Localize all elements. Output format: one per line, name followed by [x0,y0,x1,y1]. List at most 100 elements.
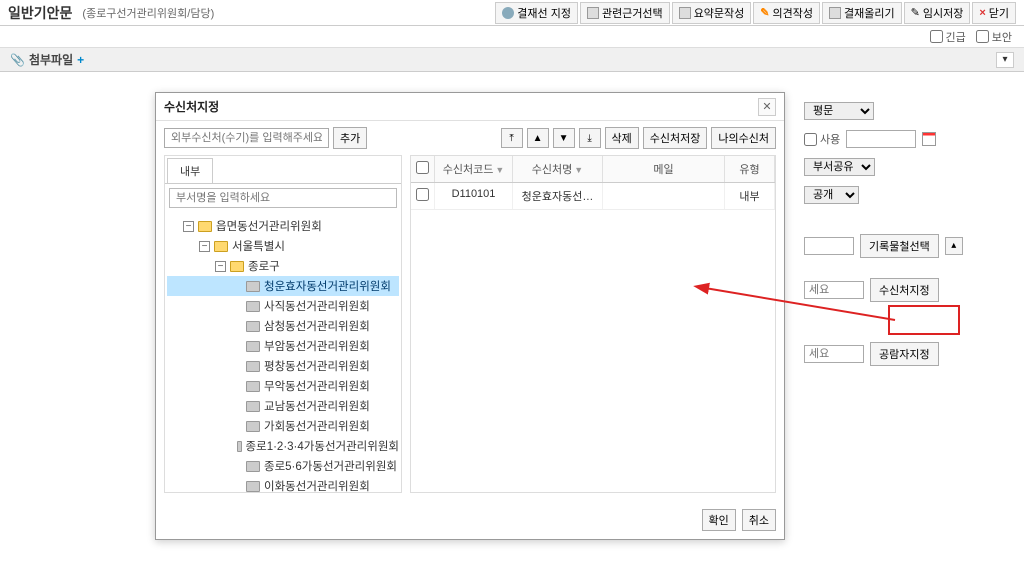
clip-icon: 📎 [10,53,25,67]
approve-raise-button[interactable]: 결재올리기 [822,2,902,24]
tree-node[interactable]: 부암동선거관리위원회 [167,336,399,356]
tree-node[interactable]: 평창동선거관리위원회 [167,356,399,376]
attachments-label: 첨부파일 [29,51,73,68]
row-checkbox[interactable] [416,188,429,201]
date-input[interactable] [846,130,916,148]
tree-label: 가회동선거관리위원회 [264,418,370,434]
sort-icon: ▼ [495,165,504,175]
tree-node[interactable]: 사직동선거관리위원회 [167,296,399,316]
chevron-down-icon: ▼ [559,133,569,144]
tree-label: 서울특별시 [232,238,285,254]
pencil-icon: ✎ [911,6,920,19]
tree-node[interactable]: − 서울특별시 [167,236,399,256]
options-row: 긴급 보안 [0,26,1024,48]
folder-icon [246,281,260,292]
col-name-label: 수신처명 [532,164,572,176]
tree-node[interactable]: −종로구 [167,256,399,276]
summary-label: 요약문작성 [694,5,745,21]
folder-icon [246,401,260,412]
approve-line-button[interactable]: 결재선 지정 [495,2,578,24]
recipient-input[interactable] [804,281,864,299]
tree-node[interactable]: 이화동선거관리위원회 [167,476,399,492]
up-button[interactable]: ▴ [945,237,963,255]
table-row[interactable]: D110101 청운효자동선… 내부 [411,183,775,210]
table-header: 수신처코드▼ 수신처명▼ 메일 유형 [411,156,775,183]
public-select[interactable]: 공개 [804,186,859,204]
col-name[interactable]: 수신처명▼ [513,156,603,182]
spacer [231,361,242,372]
viewer-set-button[interactable]: 공람자지정 [870,342,939,366]
spacer [231,381,242,392]
save-recipients-button[interactable]: 수신처저장 [643,127,708,149]
calendar-icon[interactable] [922,132,936,146]
folder-icon [246,321,260,332]
modal-footer: 확인 취소 [156,501,784,539]
spacer [231,421,242,432]
tree-label: 무악동선거관리위원회 [264,378,370,394]
record-input[interactable] [804,237,854,255]
record-select-button[interactable]: 기록물철선택 [860,234,939,258]
external-recipient-input[interactable] [164,128,329,148]
modal-title: 수신처지정 [164,98,219,115]
collapse-icon[interactable]: − [199,241,210,252]
col-type[interactable]: 유형 [725,156,775,182]
urgent-checkbox-label[interactable]: 긴급 [930,29,966,45]
body-type-select[interactable]: 평문 [804,102,874,120]
add-button[interactable]: 추가 [333,127,367,149]
tree-node-selected[interactable]: 청운효자동선거관리위원회 [167,276,399,296]
security-checkbox[interactable] [976,30,989,43]
tree-node[interactable]: 종로5·6가동선거관리위원회 [167,456,399,476]
modal-close-button[interactable]: ✕ [758,98,776,116]
close-button[interactable]: ×닫기 [972,2,1016,24]
viewer-input[interactable] [804,345,864,363]
summary-button[interactable]: 요약문작성 [672,2,752,24]
tree-node[interactable]: 가회동선거관리위원회 [167,416,399,436]
collapse-icon[interactable]: − [215,261,226,272]
folder-icon [246,381,260,392]
tree-node[interactable]: 종로1·2·3·4가동선거관리위원회 [167,436,399,456]
attachments-expand-button[interactable]: ▾ [996,52,1014,68]
dept-share-select[interactable]: 부서공유 [804,158,875,176]
tree-label: 평창동선거관리위원회 [264,358,370,374]
tree-node[interactable]: 교남동선거관리위원회 [167,396,399,416]
move-down-button[interactable]: ▼ [553,128,575,148]
use-checkbox[interactable] [804,133,817,146]
delete-button[interactable]: 삭제 [605,127,639,149]
cancel-button[interactable]: 취소 [742,509,776,531]
col-code[interactable]: 수신처코드▼ [435,156,513,182]
tree-node[interactable]: −읍면동선거관리위원회 [167,216,399,236]
tree-node[interactable]: 삼청동선거관리위원회 [167,316,399,336]
collapse-icon[interactable]: − [183,221,194,232]
urgent-checkbox[interactable] [930,30,943,43]
cell-type: 내부 [725,183,775,209]
tree-node[interactable]: 무악동선거관리위원회 [167,376,399,396]
attachments-bar: 📎 첨부파일 + ▾ [0,48,1024,72]
related-doc-label: 관련근거선택 [602,5,663,21]
dept-search-input[interactable] [169,188,397,208]
form-side-panel: 평문 사용 부서공유 공개 기록물철선택 ▴ 수신처지정 공람자지정 [804,102,1004,376]
move-up-button[interactable]: ▲ [527,128,549,148]
my-recipients-button[interactable]: 나의수신처 [711,127,776,149]
modal-header: 수신처지정 ✕ [156,93,784,121]
security-checkbox-label[interactable]: 보안 [976,29,1012,45]
related-doc-button[interactable]: 관련근거선택 [580,2,670,24]
spacer [231,481,242,492]
col-mail[interactable]: 메일 [603,156,725,182]
ok-button[interactable]: 확인 [702,509,736,531]
security-label-text: 보안 [992,29,1012,45]
opinion-button[interactable]: ✎의견작성 [753,2,820,24]
temp-save-button[interactable]: ✎임시저장 [904,2,971,24]
use-checkbox-label[interactable]: 사용 [804,131,840,147]
tab-internal[interactable]: 내부 [167,158,213,183]
cell-name: 청운효자동선… [513,183,603,209]
select-all-checkbox[interactable] [416,161,429,174]
org-tree: −읍면동선거관리위원회 −서울특별시 −종로구 청운효자동선거관리위원회 사직동… [165,212,401,492]
spacer [231,401,242,412]
recipient-set-button[interactable]: 수신처지정 [870,278,939,302]
folder-icon [246,461,260,472]
col-type-label: 유형 [739,164,759,176]
move-top-button[interactable]: ⤒ [501,128,523,148]
modal-body: 내부 −읍면동선거관리위원회 −서울특별시 −종로구 청운효자동선거관리위원회 … [156,155,784,501]
add-attachment-button[interactable]: + [77,53,84,67]
move-bottom-button[interactable]: ⤓ [579,128,601,148]
